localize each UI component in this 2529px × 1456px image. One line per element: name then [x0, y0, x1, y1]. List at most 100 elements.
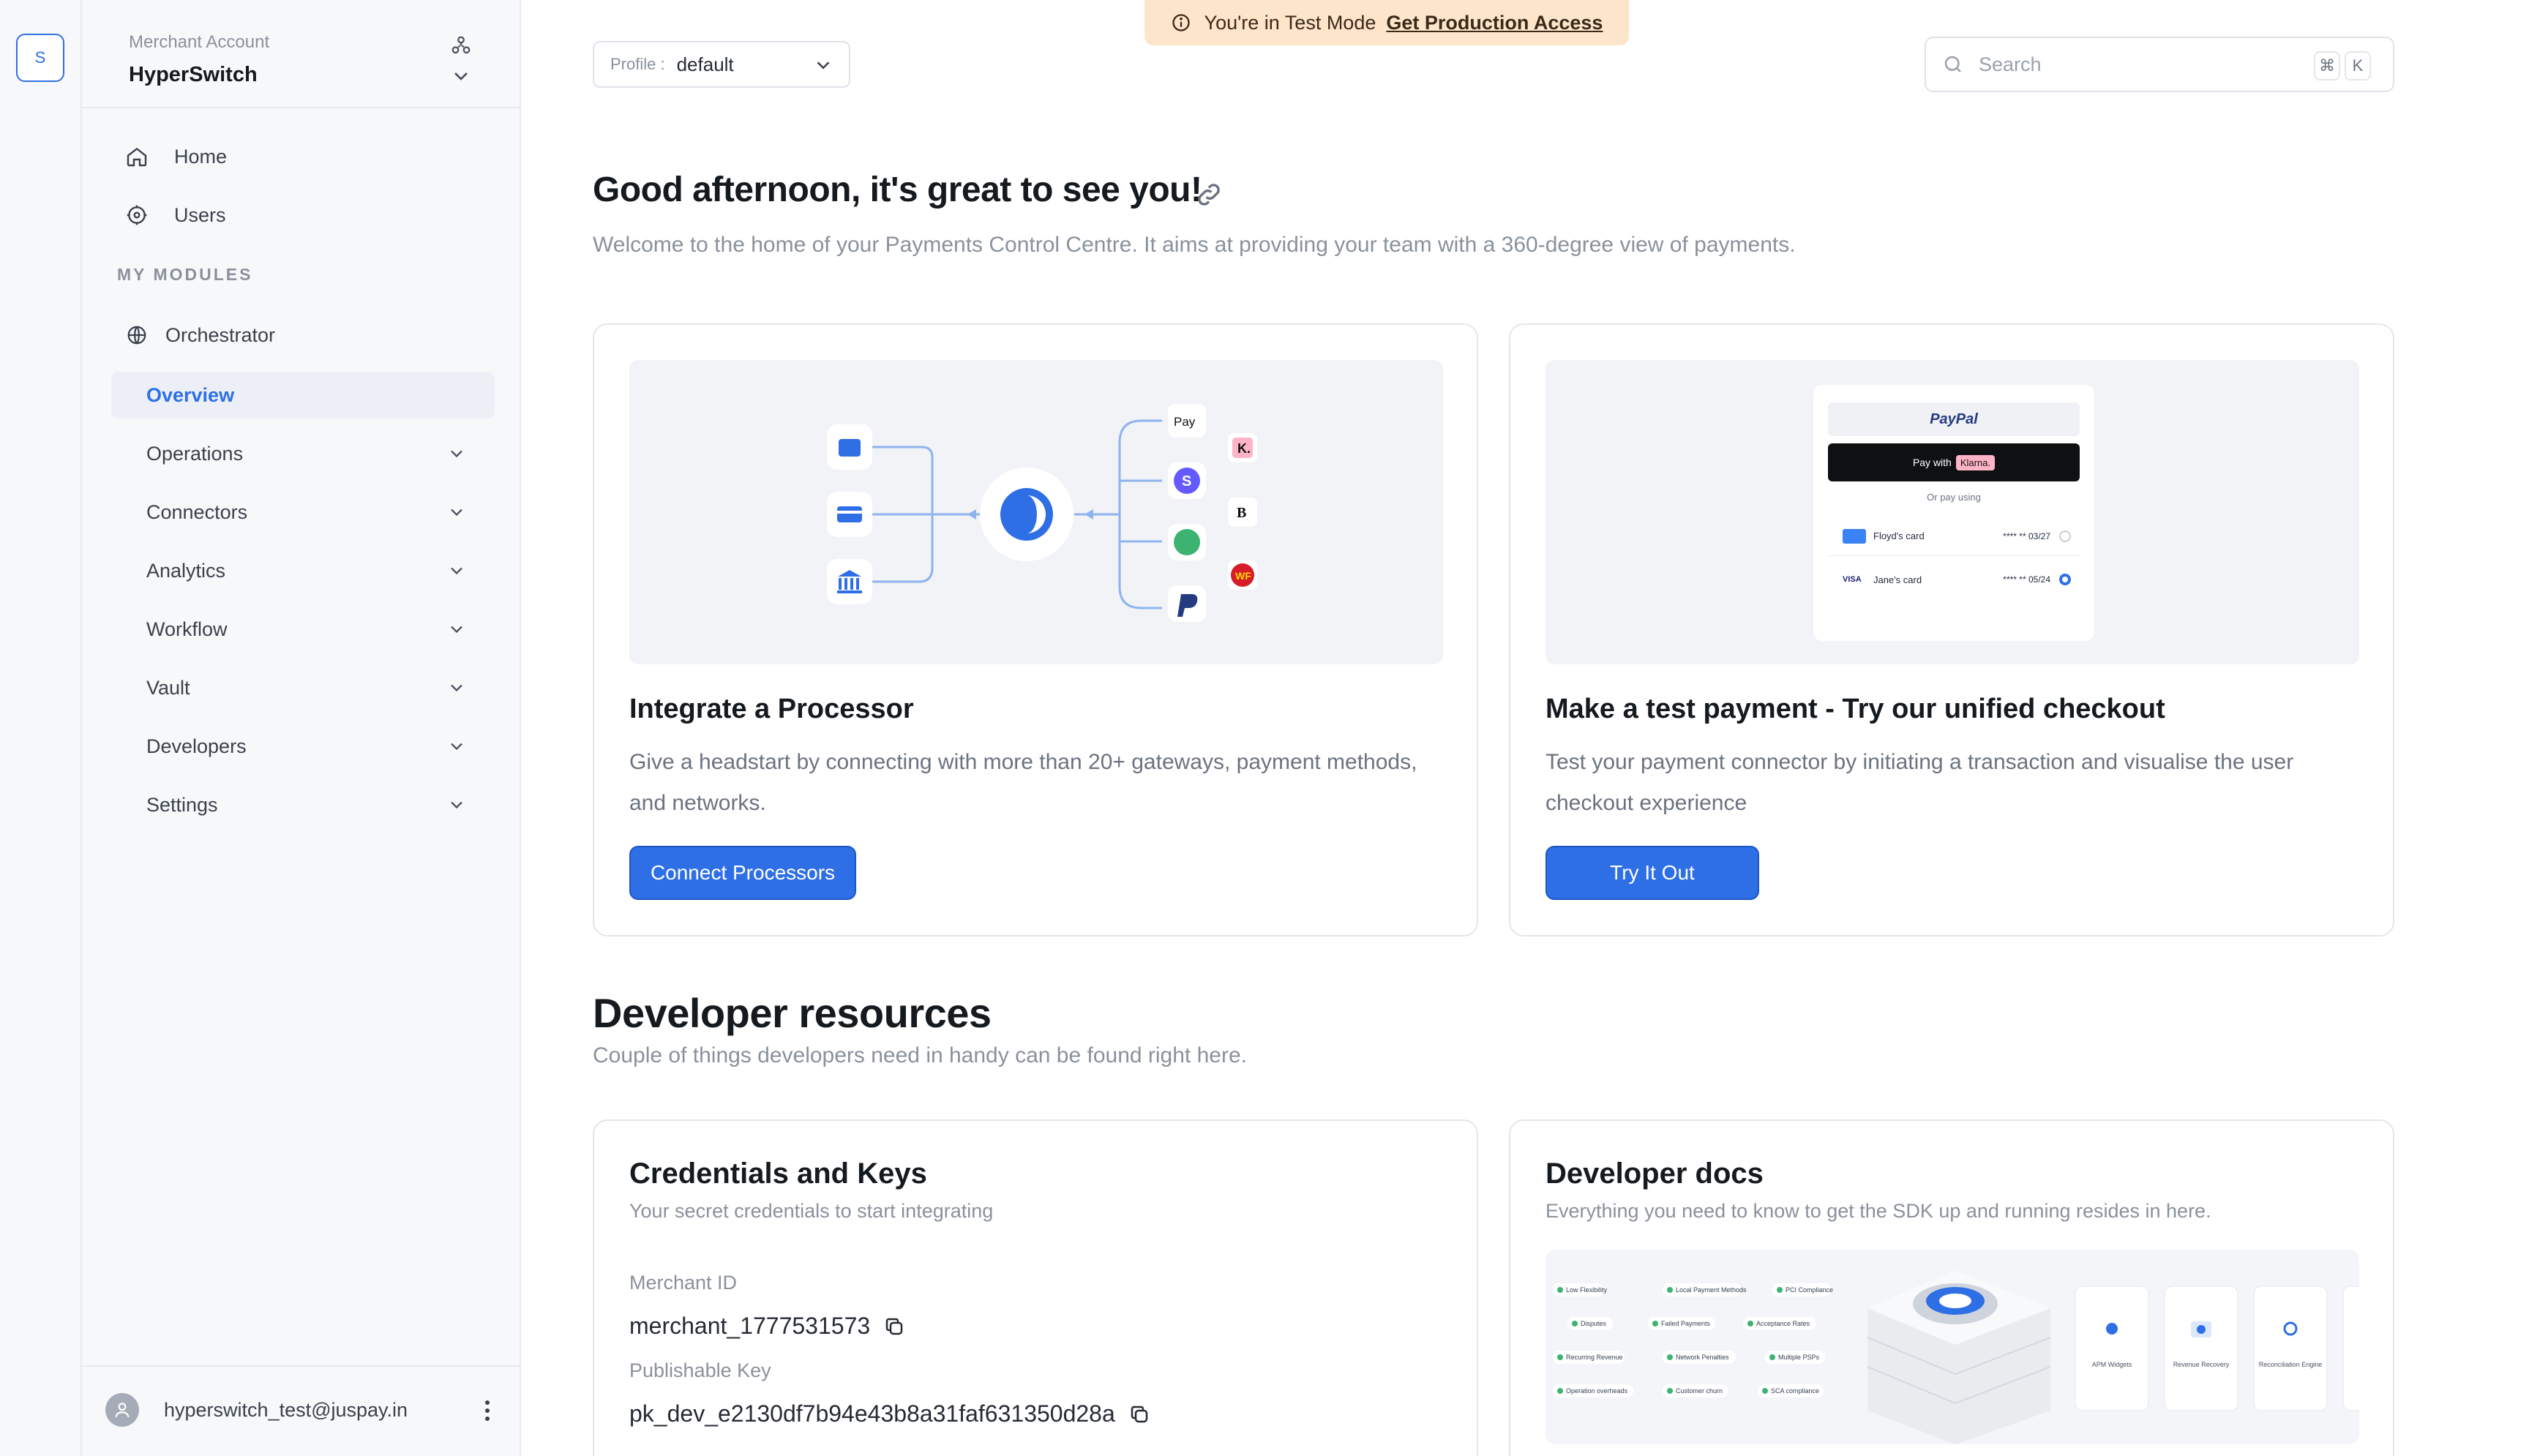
merchant-account-label: Merchant Account — [129, 32, 270, 52]
users-icon — [124, 203, 149, 228]
connect-processors-button[interactable]: Connect Processors — [629, 846, 856, 900]
docs-chip: Customer churn — [1676, 1387, 1723, 1395]
docs-chip: SCA compliance — [1771, 1387, 1819, 1395]
merchant-id-value: merchant_1777531573 — [629, 1313, 871, 1339]
docs-title: Developer docs — [1546, 1157, 1764, 1190]
module-label: Revenue Recovery — [2173, 1361, 2230, 1368]
try-it-out-button[interactable]: Try It Out — [1546, 846, 1759, 900]
merchant-id-label: Merchant ID — [629, 1272, 738, 1294]
globe-icon — [124, 323, 149, 348]
nav-workflow[interactable]: Workflow — [111, 606, 495, 653]
shortcut-cmd-key: ⌘ — [2314, 51, 2340, 80]
copy-icon[interactable] — [1128, 1403, 1150, 1425]
nav-connectors-label: Connectors — [146, 500, 248, 523]
sidebar: Merchant Account HyperSwitch Home Users … — [82, 0, 521, 1456]
processor-illustration: Pay S K. B WF — [629, 360, 1443, 664]
page-title: Good afternoon, it's great to see you! — [593, 170, 1202, 209]
svg-text:K.: K. — [1237, 441, 1251, 456]
search-input[interactable]: Search ⌘ K — [1925, 37, 2394, 92]
publishable-key-label: Publishable Key — [629, 1359, 771, 1381]
link-icon[interactable] — [1194, 180, 1224, 209]
nav-connectors[interactable]: Connectors — [111, 489, 495, 536]
nav-settings-label: Settings — [146, 793, 218, 816]
docs-chip: Recurring Revenue — [1566, 1354, 1623, 1361]
org-switch-icon[interactable] — [445, 29, 477, 61]
docs-chip: Network Penalties — [1676, 1354, 1729, 1361]
developer-docs-card[interactable]: Developer docs Everything you need to kn… — [1509, 1119, 2394, 1456]
copy-icon[interactable] — [883, 1316, 905, 1337]
test-mode-banner: You're in Test Mode Get Production Acces… — [1144, 0, 1629, 45]
integrate-processor-card: Pay S K. B WF Integrate a Processor Give… — [593, 323, 1478, 937]
merchant-account-name: HyperSwitch — [129, 63, 258, 86]
section-my-modules: MY MODULES — [117, 265, 253, 284]
get-production-access-link[interactable]: Get Production Access — [1386, 12, 1603, 34]
card1-number: **** ** 03/27 — [2003, 530, 2050, 541]
home-icon — [124, 144, 149, 169]
nav-orchestrator[interactable]: Orchestrator — [111, 312, 492, 359]
card1-name: Floyd's card — [1873, 530, 1925, 541]
nav-vault[interactable]: Vault — [111, 664, 495, 711]
nav-operations[interactable]: Operations — [111, 430, 495, 477]
paypal-bar: PayPal — [1828, 402, 2080, 436]
card2-number: **** ** 05/24 — [2003, 574, 2050, 585]
integrate-description: Give a headstart by connecting with more… — [629, 750, 1417, 815]
docs-chip: Multiple PSPs — [1778, 1354, 1820, 1361]
test-payment-card: PayPal Pay with Klarna. Or pay using Flo… — [1509, 323, 2394, 937]
shortcut-k-key: K — [2345, 51, 2371, 80]
merchant-id-row: merchant_1777531573 — [629, 1313, 905, 1340]
test-mode-text: You're in Test Mode — [1204, 11, 1376, 34]
checkout-illustration: PayPal Pay with Klarna. Or pay using Flo… — [1546, 360, 2359, 664]
chevron-down-icon — [451, 509, 462, 517]
profile-select[interactable]: Profile : default — [593, 41, 850, 88]
chevron-down-icon — [817, 61, 830, 70]
radio-selected — [2059, 574, 2071, 585]
docs-chip: Disputes — [1581, 1320, 1607, 1327]
credentials-title: Credentials and Keys — [629, 1157, 927, 1190]
nav-workflow-label: Workflow — [146, 618, 228, 640]
chevron-down-icon — [451, 801, 462, 809]
integrate-title: Integrate a Processor — [629, 694, 914, 724]
merchant-account-switcher[interactable]: Merchant Account HyperSwitch — [82, 0, 520, 108]
nav-analytics[interactable]: Analytics — [111, 547, 495, 594]
card-icon — [1843, 528, 1866, 544]
module-label: APM Widgets — [2092, 1361, 2132, 1368]
docs-subtitle: Everything you need to know to get the S… — [1546, 1200, 2211, 1222]
developer-resources-subtitle: Couple of things developers need in hand… — [593, 1043, 1247, 1067]
chevron-down-icon — [451, 567, 462, 575]
nav-overview[interactable]: Overview — [111, 372, 495, 419]
docs-chip: PCI Compliance — [1786, 1286, 1833, 1294]
more-options-icon[interactable] — [473, 1396, 502, 1425]
org-rail: S — [0, 0, 82, 1456]
paypal-logo: PayPal — [1930, 410, 1978, 427]
nav-developers-label: Developers — [146, 735, 247, 757]
page-subtitle: Welcome to the home of your Payments Con… — [593, 233, 1796, 257]
docs-illustration: Low Flexibility Local Payment Methods PC… — [1546, 1250, 2359, 1444]
publishable-key-value: pk_dev_e2130df7b94e43b8a31faf631350d28a — [629, 1400, 1115, 1427]
nav-users[interactable]: Users — [111, 192, 492, 239]
org-switch-badge[interactable]: S — [16, 34, 64, 82]
nav-settings[interactable]: Settings — [111, 781, 495, 828]
nav-home-label: Home — [174, 145, 228, 168]
nav-home[interactable]: Home — [111, 133, 492, 180]
module-label: Reconciliation Engine — [2259, 1361, 2323, 1368]
visa-label: VISA — [1843, 575, 1862, 584]
chevron-down-icon — [451, 743, 462, 751]
nav-operations-label: Operations — [146, 442, 244, 465]
nav-developers[interactable]: Developers — [111, 723, 495, 770]
klarna-logo: Klarna. — [1955, 454, 1996, 470]
chevron-down-icon[interactable] — [449, 64, 473, 88]
nav-users-label: Users — [174, 203, 226, 226]
info-icon — [1172, 14, 1190, 31]
checkout-mock: PayPal Pay with Klarna. Or pay using Flo… — [1813, 385, 2094, 641]
search-icon — [1944, 56, 1961, 72]
avatar[interactable] — [105, 1393, 139, 1427]
test-payment-title: Make a test payment - Try our unified ch… — [1546, 694, 2165, 724]
search-placeholder: Search — [1979, 53, 2042, 75]
nav-orchestrator-label: Orchestrator — [165, 323, 276, 346]
svg-text:B: B — [1237, 505, 1246, 521]
chevron-down-icon — [451, 450, 462, 458]
profile-label: Profile : — [610, 55, 665, 73]
pay-with-text: Pay with — [1912, 457, 1952, 468]
svg-text:WF: WF — [1235, 570, 1251, 582]
saved-card-1: Floyd's card **** ** 03/27 — [1828, 517, 2080, 556]
